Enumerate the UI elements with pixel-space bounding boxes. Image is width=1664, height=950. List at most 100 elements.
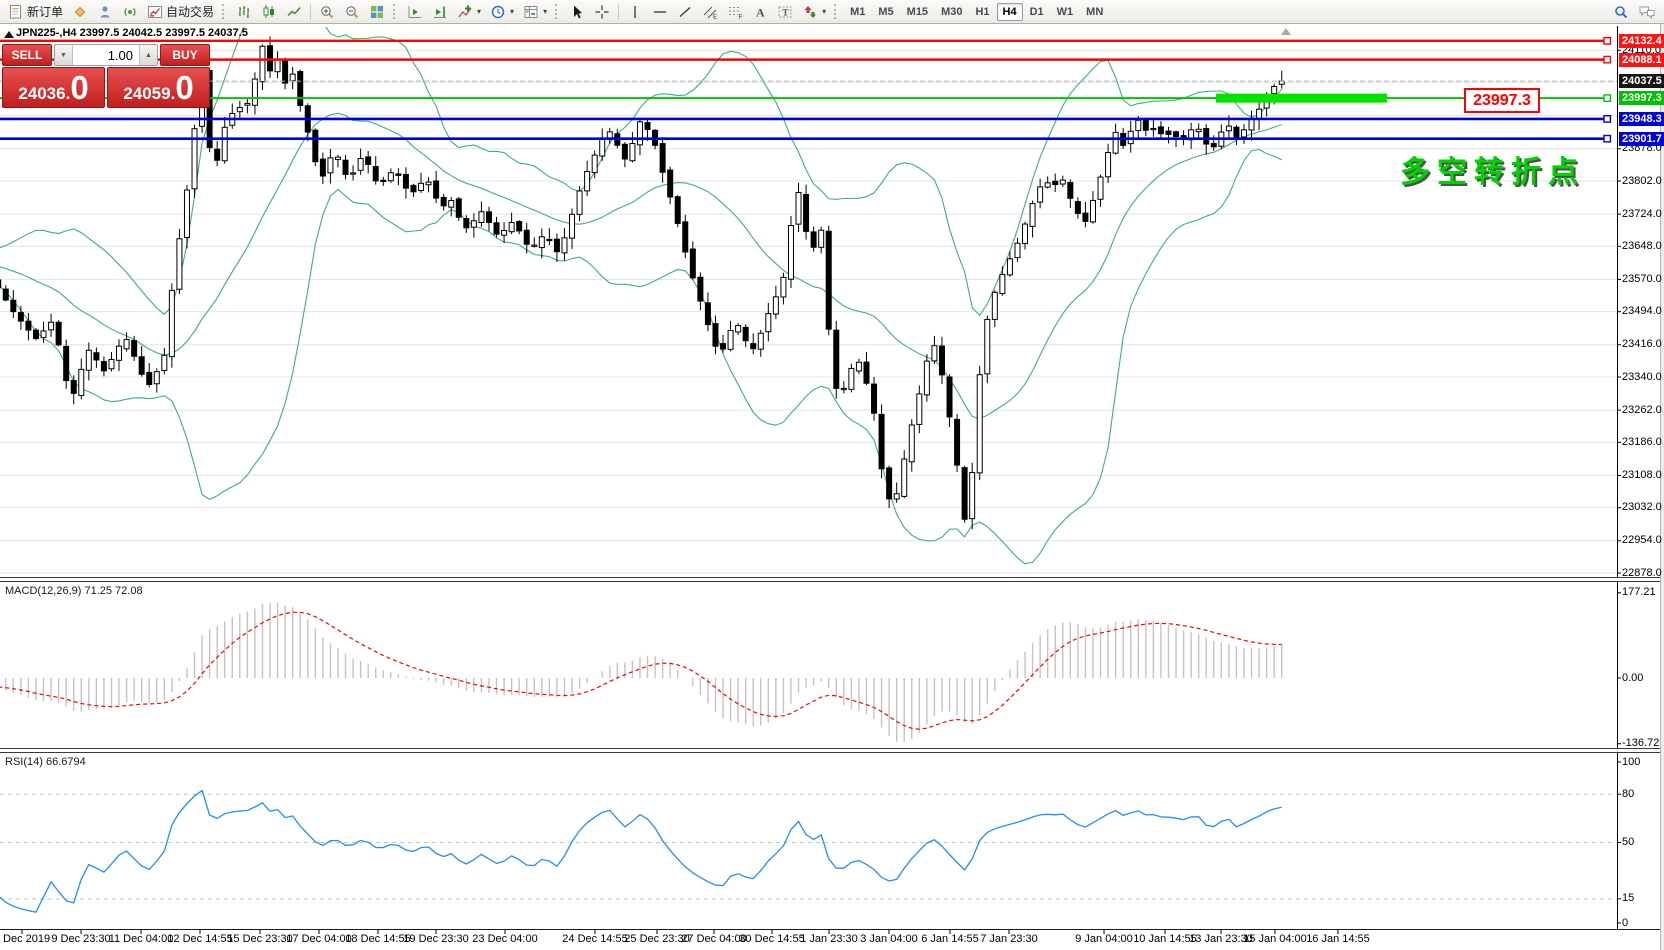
buy-button[interactable]: BUY	[160, 44, 210, 66]
price-callout-label[interactable]: 23997.3	[1464, 88, 1540, 113]
svg-text:T: T	[783, 7, 789, 17]
chart-shift-button[interactable]	[428, 1, 452, 23]
time-tick-label: 9 Jan 04:00	[1075, 933, 1133, 945]
price-badge: 23901.7	[1619, 132, 1664, 146]
time-tick-label: 11 Dec 04:00	[109, 933, 174, 945]
toolbar-grip[interactable]	[834, 4, 840, 19]
toolbar-grip[interactable]	[222, 4, 228, 19]
signals-button[interactable]	[118, 1, 142, 23]
auto-scroll-button[interactable]	[403, 1, 427, 23]
timeframe-m5[interactable]: M5	[872, 3, 899, 21]
horizontal-line-button[interactable]	[648, 1, 672, 23]
periods-button[interactable]	[486, 1, 518, 23]
data-window-button[interactable]	[93, 1, 117, 23]
chart-title: JPN225-,H4 23997.5 24042.5 23997.5 24037…	[16, 27, 248, 39]
tile-windows-button[interactable]	[365, 1, 389, 23]
bar-chart-button[interactable]	[232, 1, 256, 23]
time-tick-label: 12 Dec 14:55	[167, 933, 232, 945]
price-tick-label: 23494.0	[1622, 305, 1662, 318]
volume-input[interactable]: 1.00	[73, 45, 139, 65]
time-tick-label: 24 Dec 14:55	[562, 933, 627, 945]
timeframe-m1[interactable]: M1	[844, 3, 871, 21]
indicators-icon	[457, 4, 473, 20]
templates-button[interactable]	[519, 1, 551, 23]
timeframe-mn[interactable]: MN	[1080, 3, 1109, 21]
price-tick-label: 23032.0	[1622, 501, 1662, 514]
timeframe-h1[interactable]: H1	[969, 3, 995, 21]
toolbar-grip[interactable]	[393, 4, 399, 19]
sell-price-button[interactable]: 24036.0	[2, 67, 105, 108]
new-order-label: 新订单	[27, 3, 63, 20]
time-tick-label: 9 Dec 23:30	[51, 933, 110, 945]
timeframe-w1[interactable]: W1	[1051, 3, 1080, 21]
price-axis-line	[1617, 26, 1618, 929]
zoom-out-button[interactable]	[340, 1, 364, 23]
time-tick-label: 18 Dec 14:55	[345, 933, 410, 945]
price-tick-label: 23570.0	[1622, 273, 1662, 286]
trendline-icon	[677, 4, 693, 20]
arrows-button[interactable]	[798, 1, 830, 23]
trendline-button[interactable]	[673, 1, 697, 23]
timeframe-m30[interactable]: M30	[935, 3, 968, 21]
rsi-tick-label: 100	[1622, 756, 1640, 769]
annotation-text[interactable]: 多空转折点	[1400, 147, 1585, 191]
zoom-out-icon	[344, 4, 360, 20]
bar-chart-icon	[236, 4, 252, 20]
fibonacci-button[interactable]: F	[723, 1, 747, 23]
chart-shift-marker-icon[interactable]	[1281, 28, 1291, 35]
sell-price-main: 24036.	[18, 74, 70, 113]
crosshair-button[interactable]	[590, 1, 614, 23]
chart-shift-icon	[432, 4, 448, 20]
cursor-button[interactable]	[565, 1, 589, 23]
time-tick-label: 1 Jan 23:30	[800, 933, 858, 945]
sell-price-pip: 0	[70, 68, 88, 107]
panel-divider-rsi[interactable]	[0, 748, 1660, 753]
search-icon	[1613, 4, 1629, 20]
time-tick-label: 30 Dec 14:55	[739, 933, 804, 945]
volume-increase-button[interactable]: ▲	[139, 45, 157, 65]
tile-windows-icon	[369, 4, 385, 20]
macd-tick-label: 0.00	[1622, 672, 1643, 685]
price-badge: 23997.3	[1619, 91, 1664, 105]
autotrading-button[interactable]: 自动交易	[143, 1, 218, 23]
volume-decrease-button[interactable]: ▼	[55, 45, 73, 65]
equidistant-channel-icon: E	[702, 4, 718, 20]
rsi-tick-label: 80	[1622, 788, 1634, 801]
svg-text:E: E	[713, 14, 717, 20]
text-label-button[interactable]: T	[773, 1, 797, 23]
market-watch-button[interactable]	[68, 1, 92, 23]
panel-divider-macd[interactable]	[0, 577, 1660, 582]
price-tick-label: 22878.0	[1622, 567, 1662, 580]
price-tick-label: 23724.0	[1622, 208, 1662, 221]
signals-icon	[122, 4, 138, 20]
timeframe-m15[interactable]: M15	[901, 3, 934, 21]
sell-button[interactable]: SELL	[2, 44, 52, 66]
zoom-in-button[interactable]	[315, 1, 339, 23]
timeframe-d1[interactable]: D1	[1024, 3, 1050, 21]
time-tick-label: 25 Dec 23:30	[624, 933, 689, 945]
timeframe-h4[interactable]: H4	[997, 3, 1023, 21]
chart-window: JPN225-,H4 23997.5 24042.5 23997.5 24037…	[0, 24, 1664, 950]
buy-price-pip: 0	[175, 68, 193, 107]
fibonacci-icon: F	[727, 4, 743, 20]
horizontal-line-icon	[652, 4, 668, 20]
equidistant-channel-button[interactable]: E	[698, 1, 722, 23]
time-tick-label: 27 Dec 04:00	[681, 933, 746, 945]
zoom-in-icon	[319, 4, 335, 20]
cursor-icon	[569, 4, 585, 20]
price-tick-label: 23416.0	[1622, 338, 1662, 351]
line-chart-button[interactable]	[282, 1, 306, 23]
time-tick-label: 15 Dec 23:30	[227, 933, 292, 945]
indicators-button[interactable]	[453, 1, 485, 23]
search-button[interactable]	[1609, 1, 1633, 23]
time-tick-label: 16 Jan 14:55	[1306, 933, 1370, 945]
chat-button[interactable]	[1634, 1, 1660, 23]
vertical-line-button[interactable]	[623, 1, 647, 23]
buy-price-button[interactable]: 24059.0	[107, 67, 210, 108]
candlestick-chart-button[interactable]	[257, 1, 281, 23]
toolbar-grip[interactable]	[555, 4, 561, 19]
text-button[interactable]: A	[748, 1, 772, 23]
new-order-button[interactable]: 新订单	[4, 1, 67, 23]
price-tick-label: 23340.0	[1622, 371, 1662, 384]
candlestick-chart-icon	[261, 4, 277, 20]
